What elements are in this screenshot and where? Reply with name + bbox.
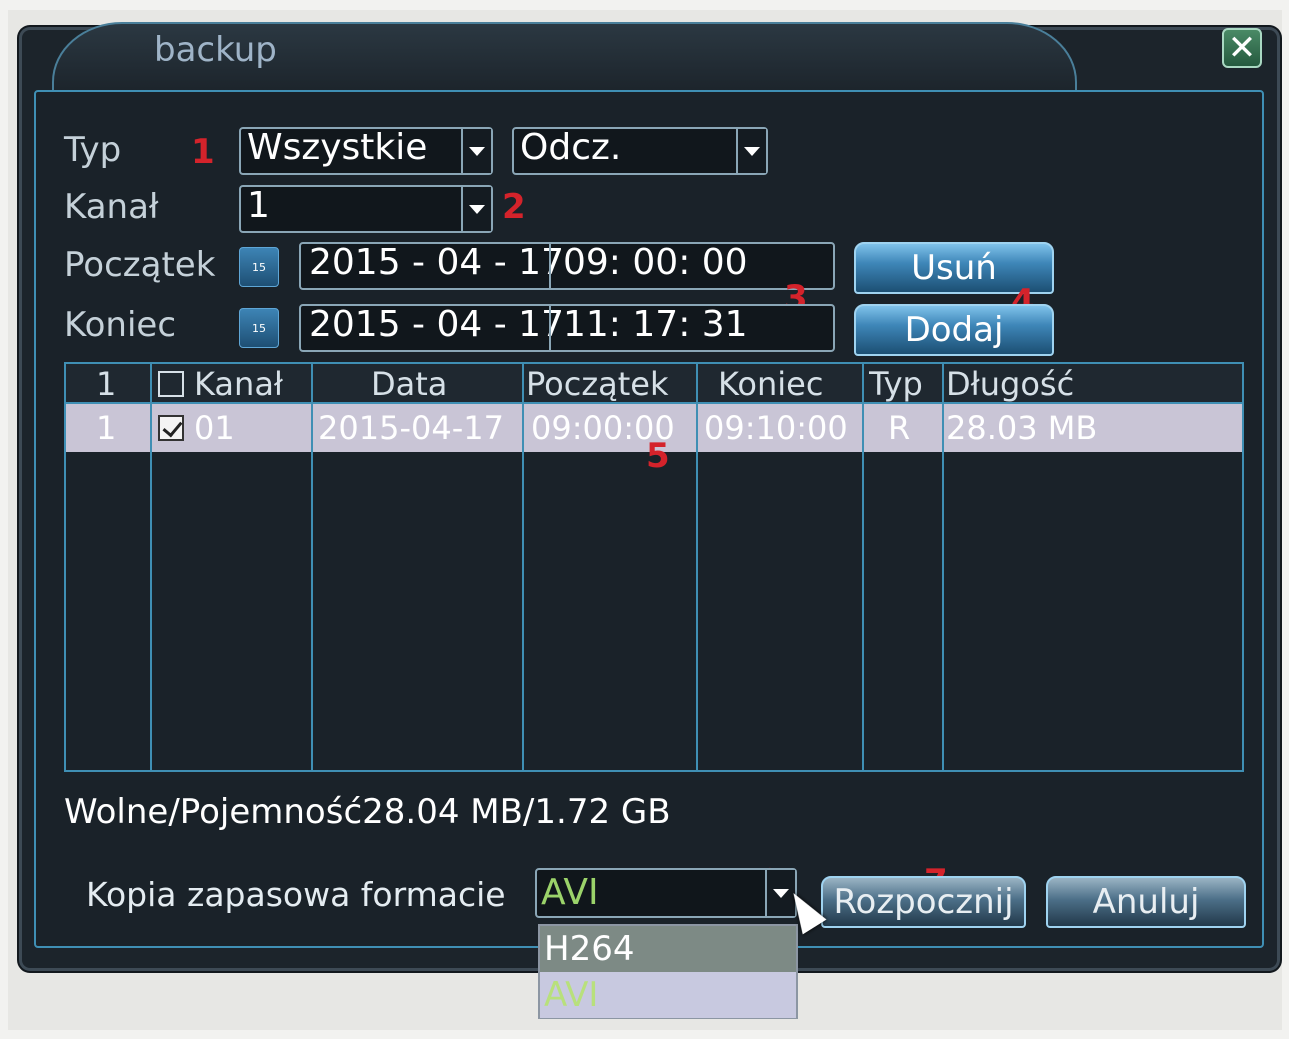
mode-select-value: Odcz. [520,127,622,168]
header-type: Typ [869,365,923,403]
start-label: Początek [64,245,216,285]
format-select[interactable]: AVI [535,868,797,918]
header-length: Długość [946,365,1075,403]
column-divider [311,364,313,770]
format-select-value: AVI [541,872,599,913]
column-divider [522,364,524,770]
row-type: R [888,409,911,447]
start-time-value: 09: 00: 00 [563,242,748,283]
calendar-icon[interactable]: 15 [239,247,279,287]
marker-2: 2 [502,187,526,227]
title-tab: backup [52,22,1077,92]
column-divider [862,364,864,770]
chevron-down-icon[interactable] [461,187,491,231]
channel-select-value: 1 [247,185,270,226]
row-channel[interactable]: 01 [158,404,308,452]
row-date: 2015-04-17 [318,409,504,447]
end-date-value: 2015 - 04 - 17 [309,304,564,345]
type-select[interactable]: Wszystkie [239,127,493,175]
format-label: Kopia zapasowa formacie [86,875,506,914]
header-end: Koniec [718,365,824,403]
row-length: 28.03 MB [946,409,1098,447]
cancel-button[interactable]: Anuluj [1046,876,1246,928]
end-time-value: 11: 17: 31 [563,304,748,345]
datetime-divider [549,306,551,350]
row-index: 1 [96,409,117,447]
start-backup-button[interactable]: Rozpocznij [821,876,1026,928]
marker-5: 5 [646,436,670,476]
channel-select[interactable]: 1 [239,185,493,233]
recordings-table: 1 Kanał Data Początek Koniec Typ Długość… [64,362,1244,772]
select-all-checkbox[interactable] [158,371,184,397]
marker-1: 1 [191,132,215,172]
header-date: Data [371,365,448,403]
row-start: 09:00:00 [531,409,675,447]
end-datetime-field[interactable]: 2015 - 04 - 17 11: 17: 31 [299,304,835,352]
row-channel-value: 01 [194,409,235,447]
chevron-down-icon[interactable] [461,129,491,173]
column-divider [150,364,152,770]
end-label: Koniec [64,305,177,345]
backup-window: backup ✕ Typ 1 Wszystkie Odcz. Kanał 1 2… [22,22,1277,968]
chevron-down-icon[interactable] [736,129,766,173]
add-button[interactable]: Dodaj [854,304,1054,356]
datetime-divider [549,244,551,288]
header-channel[interactable]: Kanał [158,364,308,404]
column-divider [696,364,698,770]
format-dropdown: H264 AVI [538,924,798,1019]
start-date-value: 2015 - 04 - 17 [309,242,564,283]
header-index: 1 [96,365,117,403]
header-channel-label: Kanał [194,365,284,403]
table-header: 1 Kanał Data Początek Koniec Typ Długość [66,364,1242,404]
close-icon[interactable]: ✕ [1222,28,1262,68]
row-end: 09:10:00 [704,409,848,447]
calendar-icon[interactable]: 15 [239,308,279,348]
header-start: Początek [526,365,669,403]
type-label: Typ [64,130,122,170]
format-option-avi[interactable]: AVI [540,972,796,1018]
backup-panel: Typ 1 Wszystkie Odcz. Kanał 1 2 Początek… [34,90,1264,948]
format-option-h264[interactable]: H264 [540,926,796,972]
storage-info: Wolne/Pojemność28.04 MB/1.72 GB [64,792,671,832]
window-title: backup [154,30,277,70]
start-datetime-field[interactable]: 2015 - 04 - 17 09: 00: 00 [299,242,835,290]
mode-select[interactable]: Odcz. [512,127,768,175]
row-checkbox[interactable] [158,415,184,441]
column-divider [942,364,944,770]
channel-label: Kanał [64,187,159,227]
type-select-value: Wszystkie [247,127,428,168]
